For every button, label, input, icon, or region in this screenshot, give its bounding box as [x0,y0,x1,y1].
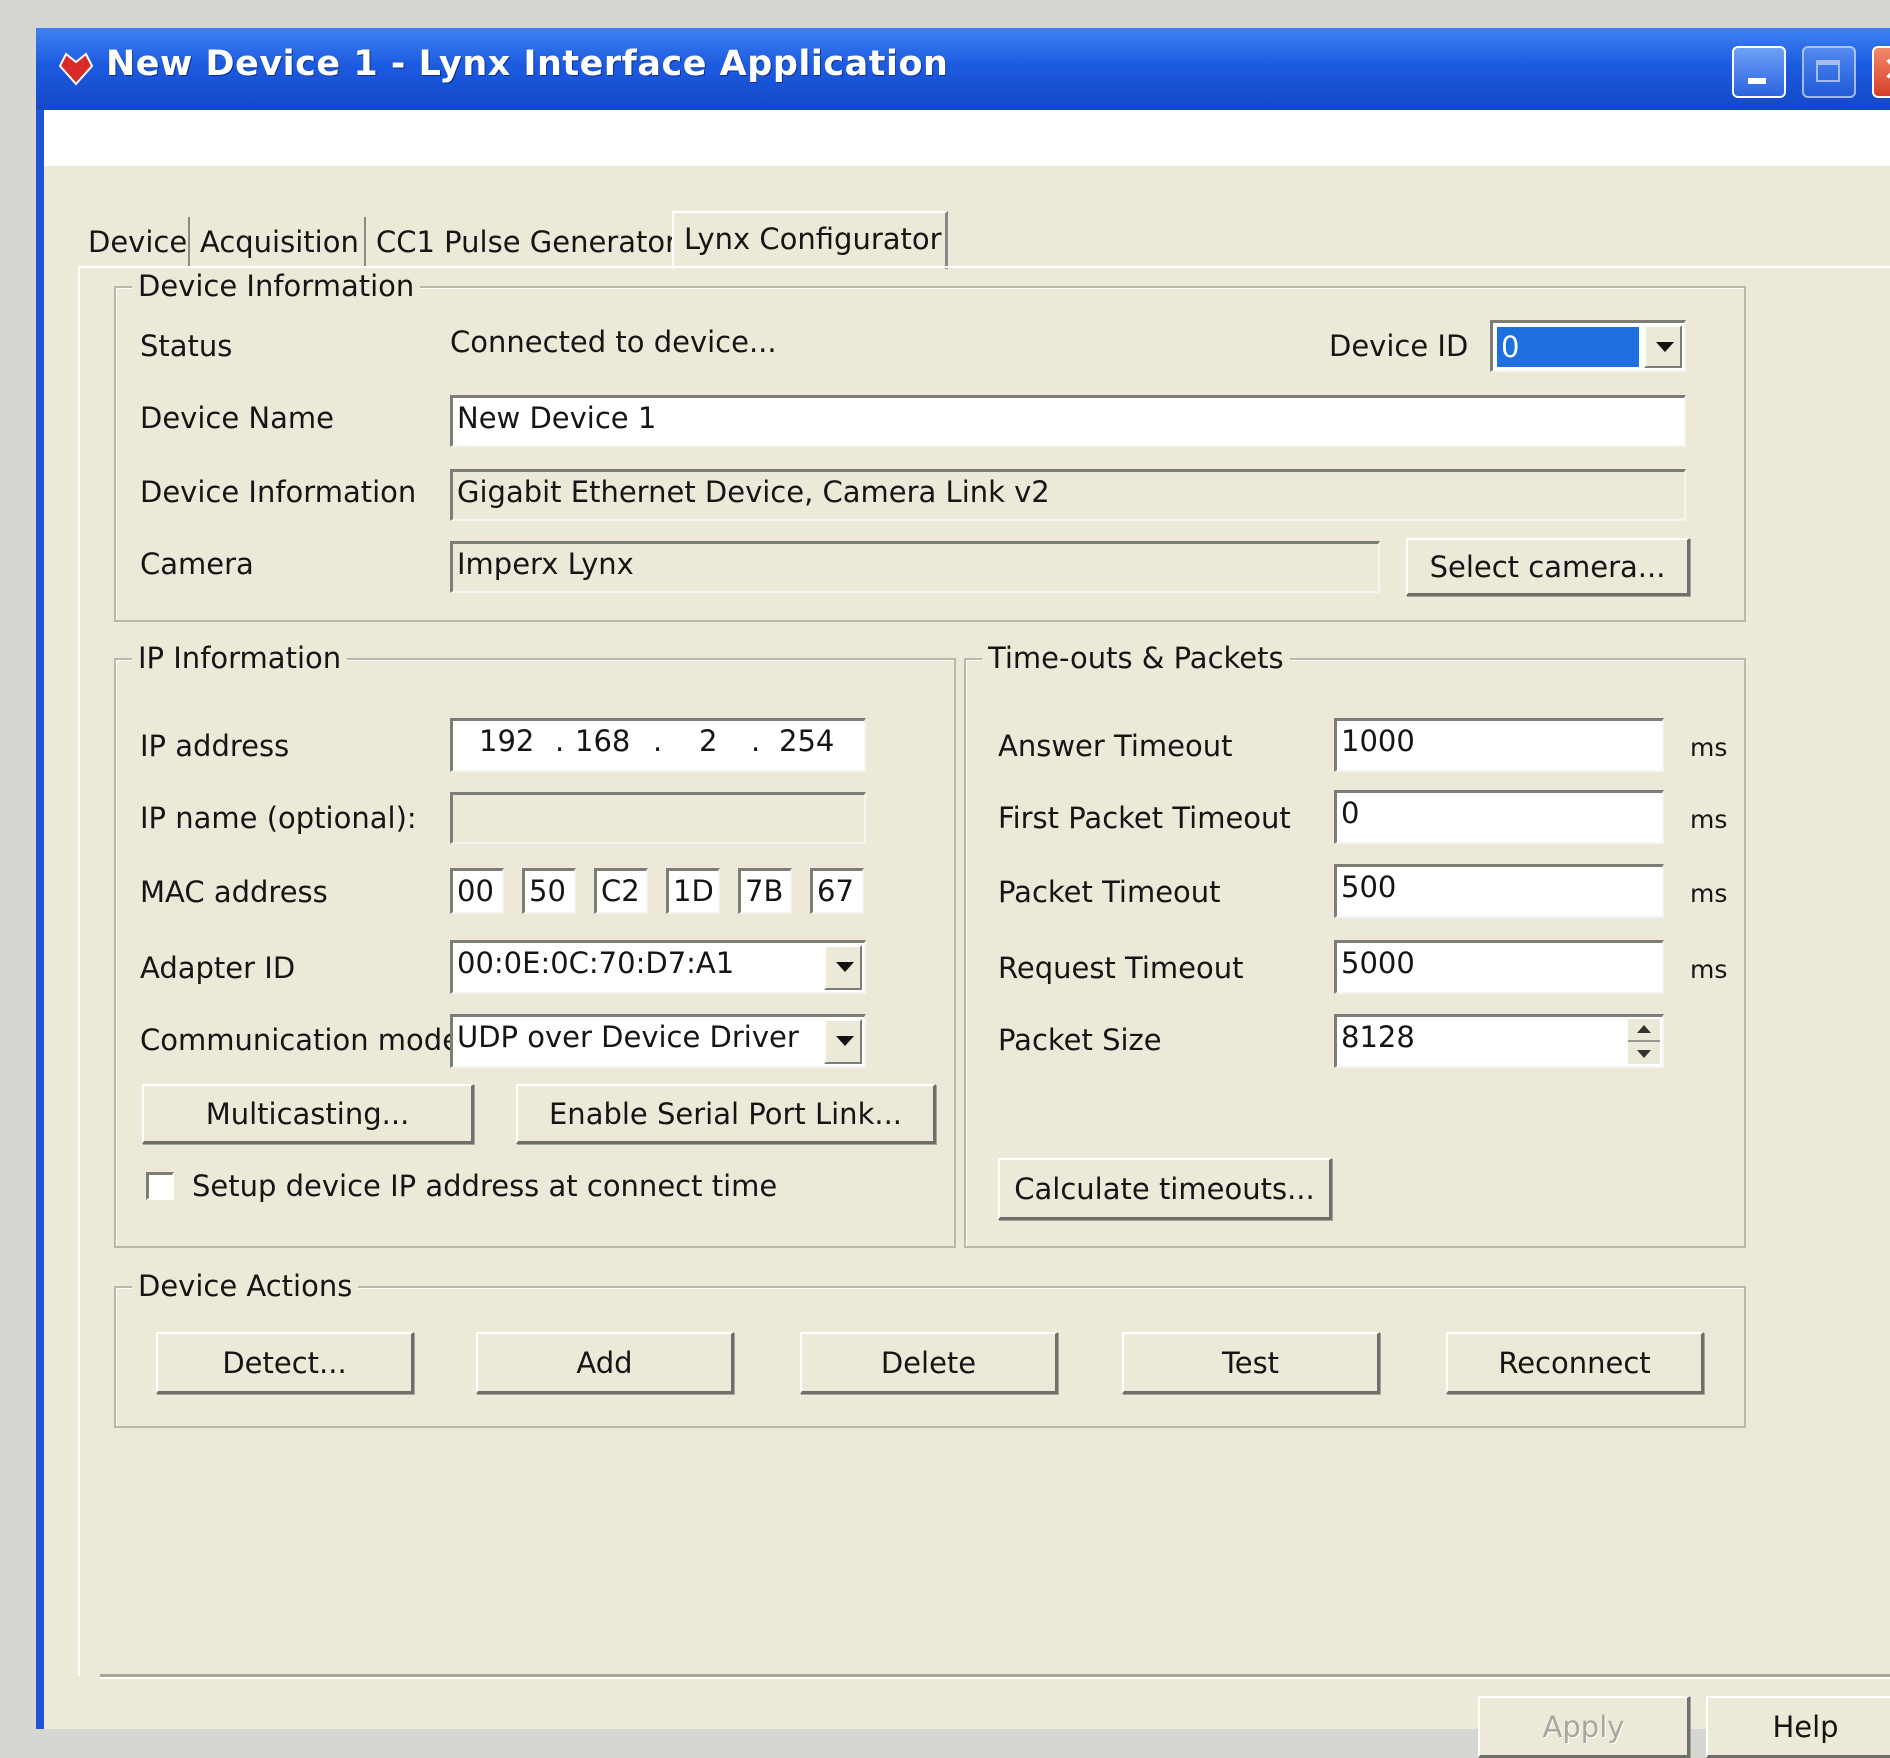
detect-button[interactable]: Detect... [156,1332,414,1394]
packet-timeout-unit: ms [1690,879,1728,908]
application-window: New Device 1 - Lynx Interface Applicatio… [36,28,1890,1758]
maximize-button[interactable] [1802,46,1856,98]
device-information-label: Device Information [140,475,417,509]
mac-part-5[interactable]: 7B [738,868,792,914]
camera-label: Camera [140,547,254,581]
adapter-id-select[interactable]: 00:0E:0C:70:D7:A1 [450,940,866,994]
delete-button[interactable]: Delete [800,1332,1058,1394]
first-packet-timeout-input[interactable]: 0 [1334,790,1664,844]
first-packet-timeout-label: First Packet Timeout [998,801,1291,835]
ip-octet-1: 192 [479,724,535,758]
device-id-select[interactable]: 0 [1490,320,1686,372]
device-actions-legend: Device Actions [132,1268,359,1304]
close-button[interactable] [1872,46,1890,98]
calculate-timeouts-button[interactable]: Calculate timeouts... [998,1158,1332,1220]
enable-serial-port-link-button[interactable]: Enable Serial Port Link... [516,1084,936,1144]
tab-lynx-configurator[interactable]: Lynx Configurator [672,211,948,269]
request-timeout-input[interactable]: 5000 [1334,940,1664,994]
device-information-field: Gigabit Ethernet Device, Camera Link v2 [450,469,1686,521]
request-timeout-label: Request Timeout [998,951,1244,985]
menu-bar [44,110,1890,166]
ip-octet-3: 2 [699,724,718,758]
first-packet-timeout-unit: ms [1690,805,1728,834]
tab-cc1-pulse-generator[interactable]: CC1 Pulse Generator [366,217,677,267]
ip-octet-4: 254 [779,724,835,758]
ip-name-input[interactable] [450,792,866,844]
mac-part-1[interactable]: 00 [450,868,504,914]
mac-part-2[interactable]: 50 [522,868,576,914]
chevron-down-icon[interactable] [1644,325,1682,368]
packet-size-value: 8128 [1341,1020,1415,1054]
mac-part-6[interactable]: 67 [810,868,864,914]
answer-timeout-unit: ms [1690,733,1728,762]
mac-part-3[interactable]: C2 [594,868,648,914]
status-value: Connected to device... [450,325,777,359]
ip-information-legend: IP Information [132,640,348,676]
select-camera-button[interactable]: Select camera... [1406,538,1690,596]
device-information-legend: Device Information [132,268,421,304]
camera-field: Imperx Lynx [450,541,1380,593]
request-timeout-unit: ms [1690,955,1728,984]
apply-button[interactable]: Apply [1478,1696,1690,1758]
device-id-value: 0 [1497,327,1639,367]
minimize-button[interactable] [1732,46,1786,98]
adapter-id-value: 00:0E:0C:70:D7:A1 [457,946,735,980]
device-id-label: Device ID [1329,329,1469,363]
ip-address-label: IP address [140,729,290,763]
ip-address-input[interactable]: 192 . 168 . 2 . 254 [450,718,866,772]
packet-timeout-label: Packet Timeout [998,875,1221,909]
add-button[interactable]: Add [476,1332,734,1394]
chevron-down-icon[interactable] [824,1019,862,1064]
status-label: Status [140,329,233,363]
packet-size-label: Packet Size [998,1023,1162,1057]
ip-name-label: IP name (optional): [140,801,417,835]
footer-separator [100,1674,1890,1679]
adapter-id-label: Adapter ID [140,951,296,985]
app-logo-icon [56,48,96,92]
reconnect-button[interactable]: Reconnect [1446,1332,1704,1394]
answer-timeout-input[interactable]: 1000 [1334,718,1664,772]
setup-ip-checkbox[interactable] [146,1172,174,1200]
multicasting-button[interactable]: Multicasting... [142,1084,474,1144]
answer-timeout-label: Answer Timeout [998,729,1233,763]
window-title: New Device 1 - Lynx Interface Applicatio… [106,44,949,84]
mac-part-4[interactable]: 1D [666,868,720,914]
packet-size-spinner[interactable]: 8128 [1334,1014,1664,1068]
device-name-input[interactable]: New Device 1 [450,395,1686,447]
timeouts-packets-legend: Time-outs & Packets [982,640,1290,676]
tab-acquisition[interactable]: Acquisition [190,217,366,267]
spinner-arrows-icon[interactable] [1626,1019,1660,1064]
help-button[interactable]: Help [1706,1696,1890,1758]
mac-address-label: MAC address [140,875,328,909]
communication-mode-value: UDP over Device Driver [457,1020,799,1054]
ip-octet-2: 168 [575,724,631,758]
chevron-down-icon[interactable] [824,945,862,990]
packet-timeout-input[interactable]: 500 [1334,864,1664,918]
setup-ip-label: Setup device IP address at connect time [192,1169,778,1203]
tab-device[interactable]: Device [78,217,190,267]
title-bar[interactable]: New Device 1 - Lynx Interface Applicatio… [36,28,1890,110]
communication-mode-label: Communication mode: [140,1023,470,1057]
test-button[interactable]: Test [1122,1332,1380,1394]
communication-mode-select[interactable]: UDP over Device Driver [450,1014,866,1068]
device-name-label: Device Name [140,401,334,435]
